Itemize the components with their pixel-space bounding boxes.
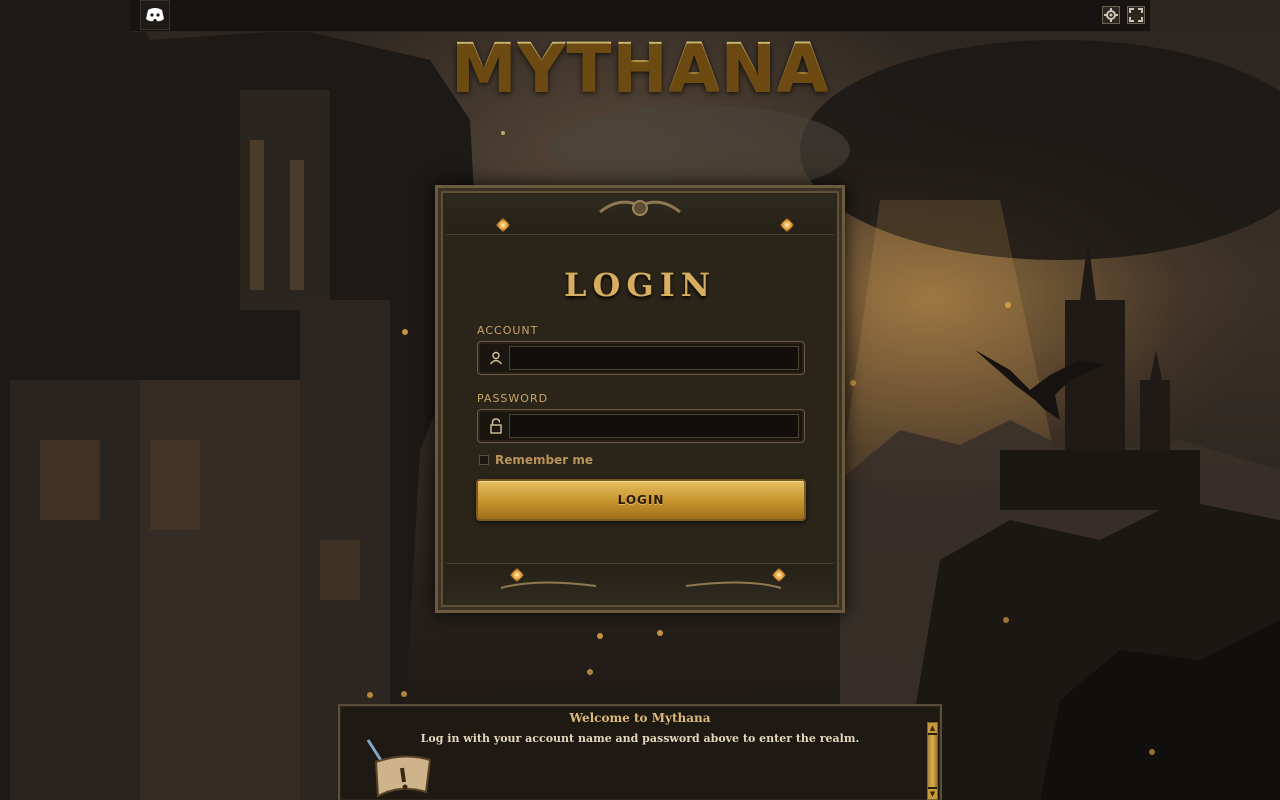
settings-button[interactable] — [1102, 6, 1120, 24]
fullscreen-button[interactable] — [1127, 6, 1145, 24]
login-button[interactable]: LOGIN — [476, 479, 806, 521]
password-label: PASSWORD — [477, 392, 549, 405]
scroll-up-icon[interactable]: ▲ — [928, 723, 937, 733]
fullscreen-icon — [1129, 8, 1143, 22]
top-bar — [130, 0, 1150, 32]
message-title: Welcome to Mythana — [569, 711, 711, 725]
gem-icon — [779, 217, 795, 233]
remember-me-checkbox[interactable] — [479, 455, 489, 465]
quill-scroll-icon — [366, 739, 432, 798]
game-logo: MYTHANA — [440, 30, 840, 106]
scroll-ornament-icon — [500, 581, 782, 589]
panel-ornament-bottom — [446, 563, 834, 604]
remember-me[interactable]: Remember me — [479, 453, 593, 467]
scroll-down-icon[interactable]: ▼ — [928, 789, 937, 799]
discord-button[interactable] — [140, 0, 170, 30]
account-input[interactable] — [509, 346, 799, 370]
dragon-crest-icon — [599, 200, 681, 216]
account-label: ACCOUNT — [477, 324, 539, 337]
discord-icon — [146, 8, 164, 22]
message-scrollbar[interactable]: ▲ ▼ — [927, 722, 938, 800]
password-input[interactable] — [509, 414, 799, 438]
panel-ornament-top — [446, 194, 834, 235]
message-box: Welcome to Mythana Log in with your acco… — [338, 704, 942, 800]
lock-icon — [487, 417, 505, 435]
remember-me-label: Remember me — [495, 453, 593, 467]
user-icon — [487, 349, 505, 367]
account-field — [477, 341, 805, 375]
gear-icon — [1104, 8, 1118, 22]
login-title: LOGIN — [564, 266, 716, 304]
scroll-thumb[interactable] — [928, 735, 937, 787]
login-panel: LOGIN ACCOUNT PASSWORD Remember me LOGIN — [435, 185, 845, 613]
password-field — [477, 409, 805, 443]
gem-icon — [495, 217, 511, 233]
